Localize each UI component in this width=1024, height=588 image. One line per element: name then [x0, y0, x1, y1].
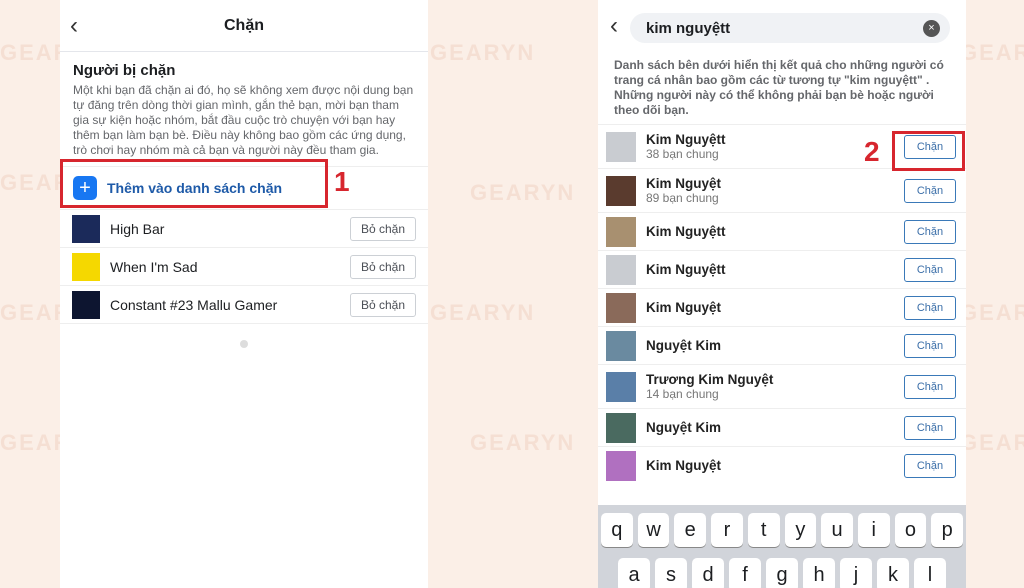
clear-icon[interactable]: ×: [923, 19, 940, 37]
blocked-list: High Bar Bỏ chặn When I'm Sad Bỏ chặn Co…: [60, 210, 428, 324]
avatar: [606, 412, 636, 443]
key-f[interactable]: f: [729, 558, 761, 588]
key-s[interactable]: s: [655, 558, 687, 588]
watermark: GEARYN: [960, 300, 1024, 325]
blocked-row: High Bar Bỏ chặn: [60, 210, 428, 248]
keyboard: qwertyuiop asdfghjkl: [598, 505, 966, 588]
watermark: GEARYN: [430, 300, 536, 325]
step-number-1: 1: [334, 166, 350, 197]
block-button[interactable]: Chặn: [904, 333, 956, 358]
key-t[interactable]: t: [747, 513, 780, 547]
blocked-name: Constant #23 Mallu Gamer: [110, 296, 278, 313]
watermark: GEARYN: [960, 430, 1024, 455]
avatar: [606, 216, 636, 247]
search-block-screen: ‹ kim nguyệtt × Danh sách bên dưới hiển …: [598, 0, 966, 588]
header: ‹ Chặn: [60, 0, 428, 52]
blocking-settings-screen: ‹ Chặn Người bị chặn Một khi bạn đã chặn…: [60, 0, 428, 588]
keyboard-row: asdfghjkl: [601, 558, 963, 588]
result-name[interactable]: Trương Kim Nguyệt: [646, 372, 904, 387]
watermark: GEARYN: [960, 40, 1024, 65]
page-title: Chặn: [224, 16, 264, 34]
key-y[interactable]: y: [784, 513, 817, 547]
search-input[interactable]: kim nguyệtt ×: [630, 13, 950, 43]
result-row: Nguyệt Kim Chặn: [598, 408, 966, 446]
section-title: Người bị chặn: [73, 62, 176, 79]
back-chevron-icon[interactable]: ‹: [70, 12, 78, 40]
block-button[interactable]: Chặn: [904, 295, 956, 320]
result-name[interactable]: Kim Nguyệt: [646, 176, 904, 191]
result-name[interactable]: Nguyệt Kim: [646, 338, 904, 353]
key-d[interactable]: d: [692, 558, 724, 588]
mutual-friends: 14 bạn chung: [646, 387, 719, 401]
block-button[interactable]: Chặn: [904, 219, 956, 244]
key-w[interactable]: w: [637, 513, 670, 547]
blocked-row: When I'm Sad Bỏ chặn: [60, 248, 428, 286]
key-r[interactable]: r: [711, 513, 743, 547]
result-row: Kim Nguyệt Chặn: [598, 288, 966, 326]
search-value[interactable]: kim nguyệtt: [646, 20, 923, 37]
blocked-row: Constant #23 Mallu Gamer Bỏ chặn: [60, 286, 428, 324]
block-button[interactable]: Chặn: [904, 257, 956, 282]
key-g[interactable]: g: [766, 558, 798, 588]
key-l[interactable]: l: [914, 558, 946, 588]
result-row: Kim Nguyệtt Chặn: [598, 250, 966, 288]
avatar: [606, 292, 636, 323]
blocked-name: When I'm Sad: [110, 258, 198, 275]
avatar: [72, 290, 100, 319]
key-h[interactable]: h: [803, 558, 835, 588]
unblock-button[interactable]: Bỏ chặn: [349, 216, 416, 241]
highlight-box-1: [60, 159, 328, 208]
key-k[interactable]: k: [877, 558, 909, 588]
avatar: [72, 214, 100, 243]
watermark: GEARYN: [470, 430, 576, 455]
avatar: [606, 371, 636, 402]
result-name[interactable]: Kim Nguyệt: [646, 300, 904, 315]
watermark: GEARYN: [470, 180, 576, 205]
key-p[interactable]: p: [931, 513, 964, 547]
key-e[interactable]: e: [674, 513, 707, 547]
results-description: Danh sách bên dưới hiển thị kết quả cho …: [614, 58, 944, 117]
mutual-friends: 89 bạn chung: [646, 191, 719, 205]
key-j[interactable]: j: [840, 558, 872, 588]
highlight-box-2: [892, 131, 965, 171]
result-name[interactable]: Kim Nguyệt: [646, 458, 904, 473]
step-number-2: 2: [864, 136, 880, 167]
result-row: Kim Nguyệt 89 bạn chung Chặn: [598, 168, 966, 212]
key-a[interactable]: a: [618, 558, 650, 588]
blocked-name: High Bar: [110, 220, 165, 237]
results-list: Kim Nguyệtt 38 bạn chung Chặn Kim Nguyệt…: [598, 124, 966, 484]
key-i[interactable]: i: [857, 513, 890, 547]
result-row: Nguyệt Kim Chặn: [598, 326, 966, 364]
block-button[interactable]: Chặn: [904, 453, 956, 478]
loading-spinner: [240, 340, 248, 348]
avatar: [606, 254, 636, 285]
key-u[interactable]: u: [821, 513, 853, 547]
result-row: Kim Nguyệtt Chặn: [598, 212, 966, 250]
avatar: [606, 131, 636, 162]
result-row: Kim Nguyệt Chặn: [598, 446, 966, 484]
result-row: Trương Kim Nguyệt 14 bạn chung Chặn: [598, 364, 966, 408]
watermark: GEARYN: [430, 40, 536, 65]
key-q[interactable]: q: [600, 513, 633, 547]
keyboard-row: qwertyuiop: [600, 513, 964, 547]
result-name[interactable]: Nguyệt Kim: [646, 420, 904, 435]
avatar: [606, 330, 636, 361]
block-button[interactable]: Chặn: [904, 415, 956, 440]
avatar: [606, 175, 636, 206]
result-name[interactable]: Kim Nguyệtt: [646, 262, 904, 277]
avatar: [606, 450, 636, 481]
block-button[interactable]: Chặn: [904, 178, 956, 203]
unblock-button[interactable]: Bỏ chặn: [349, 292, 416, 317]
key-o[interactable]: o: [894, 513, 927, 547]
section-description: Một khi bạn đã chặn ai đó, họ sẽ không x…: [73, 83, 414, 157]
block-button[interactable]: Chặn: [904, 374, 956, 399]
result-name[interactable]: Kim Nguyệtt: [646, 224, 904, 239]
unblock-button[interactable]: Bỏ chặn: [349, 254, 416, 279]
back-chevron-icon[interactable]: ‹: [610, 12, 618, 40]
avatar: [72, 252, 100, 281]
